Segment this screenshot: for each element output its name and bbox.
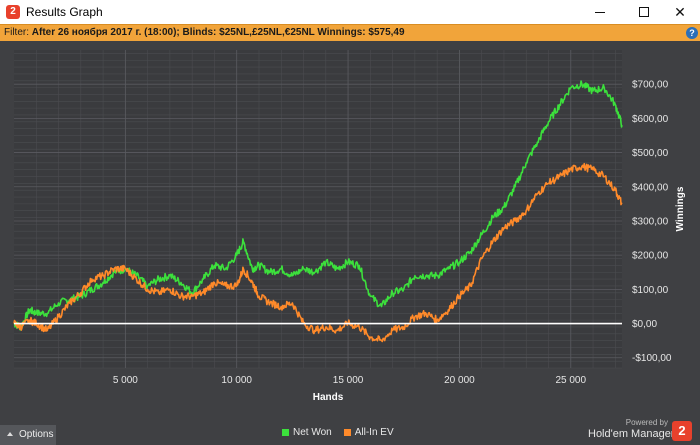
chevron-up-icon (7, 432, 13, 436)
x-tick-label: 5 000 (113, 375, 138, 386)
y-tick-label: $700,00 (632, 80, 669, 91)
powered-by-text: Powered by (625, 418, 668, 427)
y-tick-label: $600,00 (632, 114, 669, 125)
x-axis-label: Hands (313, 392, 344, 403)
x-tick-label: 20 000 (444, 375, 475, 386)
x-tick-label: 10 000 (221, 375, 252, 386)
legend-swatch-net-won (282, 429, 289, 436)
x-tick-label: 15 000 (333, 375, 364, 386)
brand-logo: 2 (672, 421, 692, 441)
legend-label-net-won: Net Won (293, 427, 332, 438)
y-tick-label: $100,00 (632, 285, 669, 296)
results-chart: -$100,00 $0,00 $100,00 $200,00 $300,00 $400,0… (13, 50, 686, 403)
legend-item-all-in-ev[interactable]: All-In EV (343, 427, 394, 438)
y-tick-label: $300,00 (632, 216, 669, 227)
y-tick-label: $200,00 (632, 251, 669, 262)
legend-label-all-in-ev: All-In EV (354, 427, 394, 438)
y-tick-label: -$100,00 (632, 353, 672, 364)
options-label: Options (19, 429, 54, 440)
chart-legend: Net Won All-In EV (282, 427, 394, 438)
options-button[interactable]: Options (0, 425, 56, 445)
legend-item-net-won[interactable]: Net Won (282, 427, 332, 438)
legend-swatch-all-in-ev (343, 429, 351, 436)
brand-name: Hold'em Manager (588, 428, 675, 440)
y-tick-label: $400,00 (632, 182, 669, 193)
y-axis-label: Winnings (675, 186, 686, 231)
y-tick-label: $500,00 (632, 148, 669, 159)
y-tick-label: $0,00 (632, 319, 657, 330)
x-tick-label: 25 000 (555, 375, 586, 386)
